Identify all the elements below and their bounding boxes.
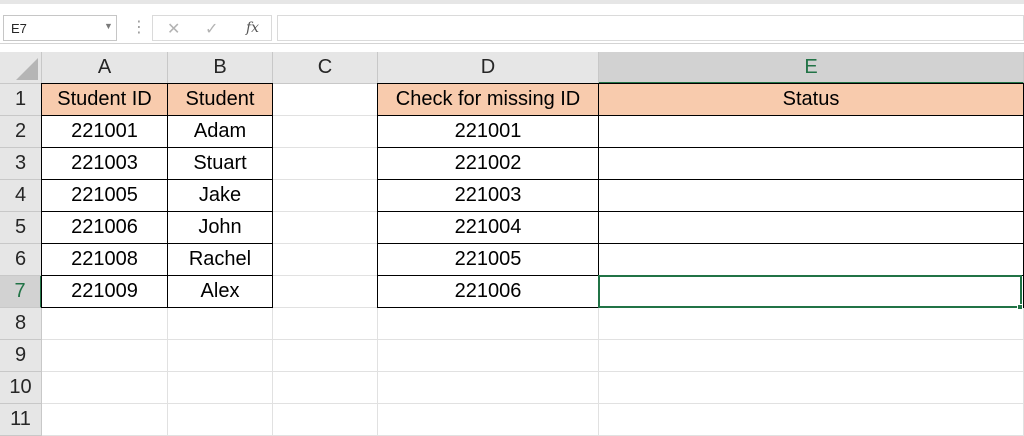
cell-a1[interactable]: Student ID <box>41 83 168 116</box>
cell-c5[interactable] <box>273 212 378 244</box>
row-header-7[interactable]: 7 <box>0 276 42 308</box>
enter-icon[interactable]: ✓ <box>205 19 218 39</box>
cell-b6[interactable]: Rachel <box>168 244 273 276</box>
cell-c1[interactable] <box>273 84 378 116</box>
cell-d10[interactable] <box>378 372 599 404</box>
name-box[interactable]: E7 ▼ <box>3 15 117 41</box>
column-header-c[interactable]: C <box>273 52 378 84</box>
row-header-11[interactable]: 11 <box>0 404 42 436</box>
cell-a7[interactable]: 221009 <box>41 276 168 308</box>
cell-d11[interactable] <box>378 404 599 436</box>
cell-e5[interactable] <box>599 212 1024 244</box>
cell-d4[interactable]: 221003 <box>377 180 599 212</box>
formula-bar: E7 ▼ ⋮ ✕ ✓ fx <box>0 0 1024 44</box>
cell-e9[interactable] <box>599 340 1024 372</box>
cell-b1[interactable]: Student <box>168 83 273 116</box>
cell-c4[interactable] <box>273 180 378 212</box>
cell-e1[interactable]: Status <box>599 83 1024 116</box>
row-header-1[interactable]: 1 <box>0 84 42 116</box>
select-all-icon <box>16 58 38 80</box>
cell-b10[interactable] <box>168 372 273 404</box>
cell-a4[interactable]: 221005 <box>41 180 168 212</box>
cell-e6[interactable] <box>599 244 1024 276</box>
column-header-e[interactable]: E <box>599 52 1024 84</box>
cell-a3[interactable]: 221003 <box>41 148 168 180</box>
row-header-2[interactable]: 2 <box>0 116 42 148</box>
cell-e2[interactable] <box>599 116 1024 148</box>
cell-a5[interactable]: 221006 <box>41 212 168 244</box>
cell-a2[interactable]: 221001 <box>41 116 168 148</box>
cell-a9[interactable] <box>42 340 168 372</box>
cell-c7[interactable] <box>273 276 378 308</box>
select-all-button[interactable] <box>0 52 42 84</box>
cell-b3[interactable]: Stuart <box>168 148 273 180</box>
fill-handle[interactable] <box>1017 304 1023 310</box>
chevron-down-icon[interactable]: ▼ <box>104 21 113 31</box>
cell-d7[interactable]: 221006 <box>377 276 599 308</box>
cell-b8[interactable] <box>168 308 273 340</box>
row-header-4[interactable]: 4 <box>0 180 42 212</box>
cell-b5[interactable]: John <box>168 212 273 244</box>
formula-input[interactable] <box>277 15 1024 41</box>
cell-b9[interactable] <box>168 340 273 372</box>
row-header-10[interactable]: 10 <box>0 372 42 404</box>
row-header-3[interactable]: 3 <box>0 148 42 180</box>
row-header-5[interactable]: 5 <box>0 212 42 244</box>
cell-e10[interactable] <box>599 372 1024 404</box>
column-header-b[interactable]: B <box>168 52 273 84</box>
cell-b7[interactable]: Alex <box>168 276 273 308</box>
cell-c8[interactable] <box>273 308 378 340</box>
cell-b11[interactable] <box>168 404 273 436</box>
row-header-8[interactable]: 8 <box>0 308 42 340</box>
formula-bar-grip-icon[interactable]: ⋮ <box>131 17 147 37</box>
cell-e8[interactable] <box>599 308 1024 340</box>
cell-d8[interactable] <box>378 308 599 340</box>
cell-e7[interactable] <box>599 276 1024 308</box>
cell-d2[interactable]: 221001 <box>377 116 599 148</box>
cell-c9[interactable] <box>273 340 378 372</box>
cancel-icon[interactable]: ✕ <box>167 19 180 39</box>
cell-c11[interactable] <box>273 404 378 436</box>
cell-d1[interactable]: Check for missing ID <box>377 83 599 116</box>
cell-d3[interactable]: 221002 <box>377 148 599 180</box>
cell-e11[interactable] <box>599 404 1024 436</box>
cell-d5[interactable]: 221004 <box>377 212 599 244</box>
cell-e3[interactable] <box>599 148 1024 180</box>
cell-b2[interactable]: Adam <box>168 116 273 148</box>
cell-c2[interactable] <box>273 116 378 148</box>
row-header-6[interactable]: 6 <box>0 244 42 276</box>
row-header-9[interactable]: 9 <box>0 340 42 372</box>
worksheet-grid: A B C D E 1 Student ID Student Check for missing… <box>0 52 1024 436</box>
cell-c3[interactable] <box>273 148 378 180</box>
ribbon-edge <box>0 0 1024 4</box>
cell-d9[interactable] <box>378 340 599 372</box>
formula-buttons: ✕ ✓ fx <box>152 15 272 41</box>
cell-a10[interactable] <box>42 372 168 404</box>
cell-e4[interactable] <box>599 180 1024 212</box>
cell-d6[interactable]: 221005 <box>377 244 599 276</box>
name-box-value: E7 <box>11 21 27 36</box>
column-header-d[interactable]: D <box>378 52 599 84</box>
cell-a6[interactable]: 221008 <box>41 244 168 276</box>
column-header-a[interactable]: A <box>42 52 168 84</box>
cell-c6[interactable] <box>273 244 378 276</box>
cell-a11[interactable] <box>42 404 168 436</box>
cell-a8[interactable] <box>42 308 168 340</box>
cell-b4[interactable]: Jake <box>168 180 273 212</box>
cell-c10[interactable] <box>273 372 378 404</box>
insert-function-icon[interactable]: fx <box>246 20 259 36</box>
